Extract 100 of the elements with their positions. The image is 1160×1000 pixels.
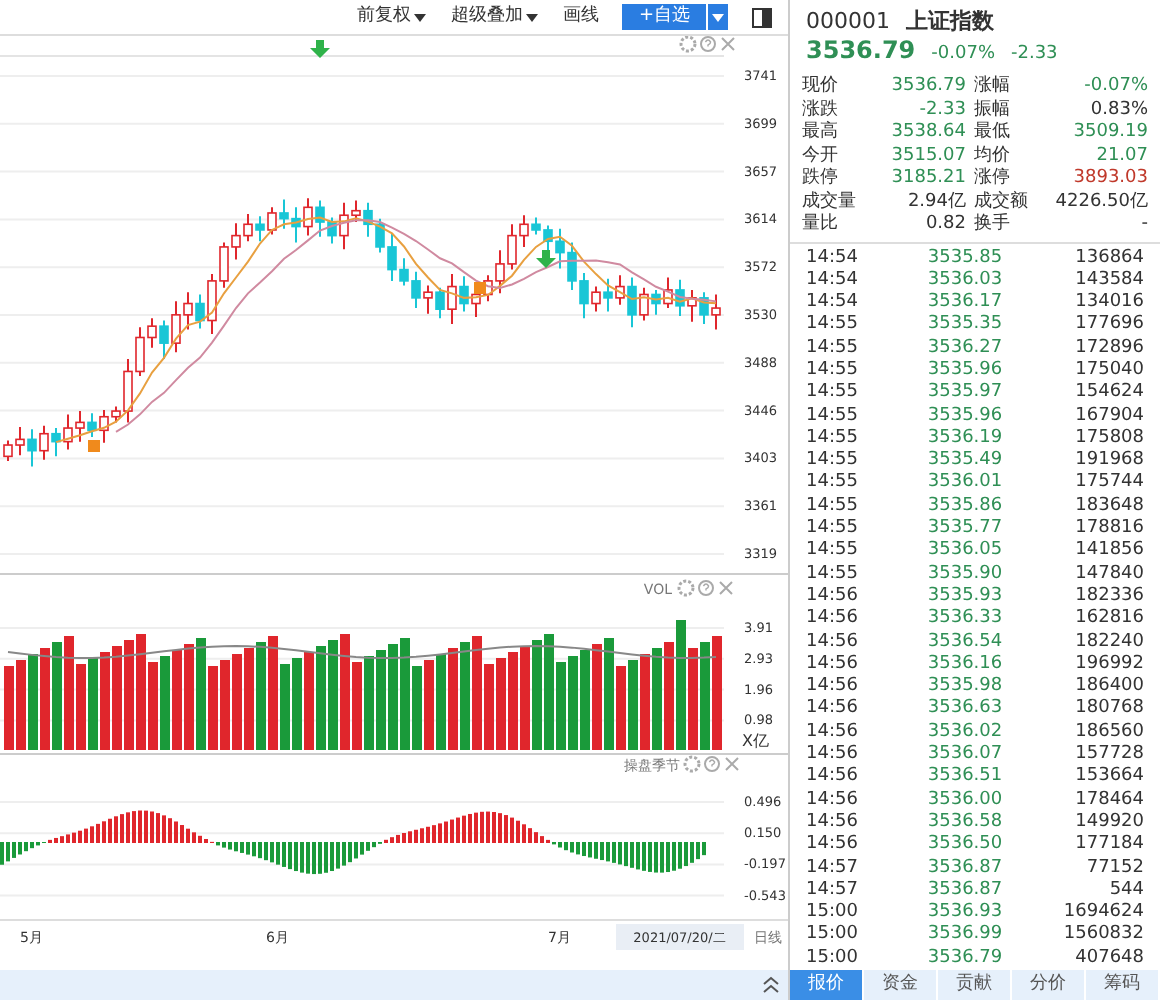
tick-price: 3536.51 — [925, 766, 1005, 790]
tick-price: 3536.99 — [925, 924, 1005, 948]
tick-time: 14:55 — [806, 314, 860, 338]
tick-time: 14:55 — [806, 472, 860, 496]
tick-volume: 191968 — [1073, 450, 1144, 473]
tick-price: 3535.98 — [925, 676, 1005, 698]
stat-value: 4226.50亿 — [1053, 191, 1148, 214]
stat-label: 成交额 — [972, 191, 1030, 213]
tick-volume: 77152 — [1084, 857, 1144, 880]
stock-name: 上证指数 — [906, 6, 994, 36]
stat-label: 最高 — [802, 122, 840, 145]
stat-label: 换手 — [972, 214, 1012, 237]
tick-time: 14:57 — [806, 857, 860, 880]
tab[interactable]: 贡献 — [938, 970, 1012, 1000]
stat-value: 21.07 — [1094, 145, 1148, 168]
tick-price: 3535.35 — [925, 314, 1005, 338]
tick-time: 14:56 — [806, 585, 860, 608]
tick-time: 14:55 — [806, 382, 860, 406]
tick-price: 3535.86 — [925, 495, 1005, 518]
add-watchlist-button[interactable]: +自选 — [622, 4, 706, 30]
tick-price: 3536.16 — [925, 653, 1005, 676]
tab[interactable]: 筹码 — [1086, 970, 1160, 1000]
tick-volume: 1694624 — [1061, 902, 1144, 924]
stat-label: 今开 — [802, 145, 840, 167]
tick-price: 3535.97 — [925, 382, 1005, 406]
tick-price: 3536.01 — [925, 472, 1005, 496]
tick-time: 14:56 — [806, 721, 860, 744]
tick-volume: 162816 — [1073, 608, 1144, 632]
tick-volume: 186400 — [1073, 676, 1144, 698]
tick-time: 14:55 — [806, 337, 860, 360]
stat-label: 跌停 — [802, 168, 840, 191]
tick-time: 15:00 — [806, 902, 860, 924]
tick-volume: 147840 — [1073, 563, 1144, 586]
tick-volume: 1560832 — [1061, 924, 1144, 948]
stat-label: 涨停 — [972, 168, 1012, 191]
tick-volume: 177184 — [1073, 834, 1144, 858]
tick-price: 3536.02 — [925, 721, 1005, 744]
tick-time: 14:55 — [806, 405, 860, 428]
toolbar-menu[interactable]: 超级叠加 — [450, 3, 539, 31]
tick-price: 3535.77 — [925, 518, 1005, 540]
stat-value: 3509.19 — [1071, 122, 1148, 145]
tick-price: 3536.19 — [925, 427, 1005, 450]
tick-volume: 143584 — [1073, 269, 1144, 292]
stat-value: -2.33 — [917, 99, 966, 122]
tick-volume: 149920 — [1073, 811, 1144, 834]
tab[interactable]: 分价 — [1012, 970, 1086, 1000]
tick-volume: 134016 — [1073, 292, 1144, 314]
tick-volume: 177696 — [1073, 314, 1144, 338]
tick-price: 3535.96 — [925, 405, 1005, 428]
toolbar-menu[interactable]: 前复权 — [356, 3, 427, 31]
tick-price: 3536.05 — [925, 540, 1005, 564]
tick-volume: 175040 — [1073, 359, 1144, 382]
stat-value: 0.83% — [1088, 99, 1148, 122]
tick-time: 14:55 — [806, 495, 860, 519]
tick-volume: 178816 — [1073, 518, 1144, 540]
unit-label: X亿 — [742, 732, 769, 750]
tick-price: 3535.49 — [925, 450, 1005, 472]
tick-volume: 407648 — [1073, 947, 1144, 970]
stat-value: 3893.03 — [1071, 168, 1148, 191]
tick-volume: 136864 — [1073, 247, 1144, 270]
tick-price: 3536.79 — [925, 947, 1005, 970]
tick-volume: 175744 — [1073, 472, 1144, 496]
tick-time: 14:56 — [806, 834, 860, 858]
tick-time: 14:56 — [806, 789, 860, 812]
tick-price: 3535.96 — [925, 359, 1005, 382]
stat-value: 3185.21 — [889, 168, 966, 191]
tick-time: 14:55 — [806, 563, 860, 586]
tick-price: 3536.63 — [925, 698, 1005, 722]
toolbar-menu[interactable]: 画线 — [562, 3, 599, 31]
tick-time: 14:55 — [806, 518, 860, 541]
tick-time: 14:56 — [806, 631, 860, 654]
tick-volume: 544 — [1107, 879, 1144, 902]
tab[interactable]: 资金 — [864, 970, 938, 1000]
tick-volume: 182240 — [1073, 631, 1144, 654]
tick-price: 3536.54 — [925, 631, 1005, 654]
tick-time: 15:00 — [806, 924, 860, 948]
stat-label: 量比 — [802, 214, 840, 237]
tick-time: 14:56 — [806, 811, 860, 834]
tick-time: 14:57 — [806, 879, 860, 902]
tick-volume: 196992 — [1073, 653, 1144, 676]
tick-time: 14:56 — [806, 766, 860, 790]
stock-code: 000001 — [806, 6, 890, 36]
stat-value: - — [1139, 214, 1148, 237]
tick-time: 15:00 — [806, 947, 860, 970]
change-value: -2.33 — [1011, 42, 1058, 68]
tick-volume: 178464 — [1073, 789, 1144, 812]
tick-price: 3536.00 — [925, 789, 1005, 812]
tick-time: 14:56 — [806, 676, 860, 698]
tick-time: 14:56 — [806, 653, 860, 676]
stat-value: -0.07% — [1082, 76, 1148, 99]
tick-time: 14:56 — [806, 698, 860, 722]
tick-volume: 180768 — [1073, 698, 1144, 722]
stat-value: 3538.64 — [889, 122, 966, 145]
stat-label: 振幅 — [972, 99, 1012, 121]
tick-time: 14:55 — [806, 427, 860, 451]
stat-label: 涨跌 — [802, 99, 840, 121]
tick-volume: 167904 — [1073, 405, 1144, 428]
tick-price: 3535.85 — [925, 247, 1005, 270]
current-price: 3536.79 — [806, 36, 916, 66]
tick-price: 3536.27 — [925, 337, 1005, 360]
